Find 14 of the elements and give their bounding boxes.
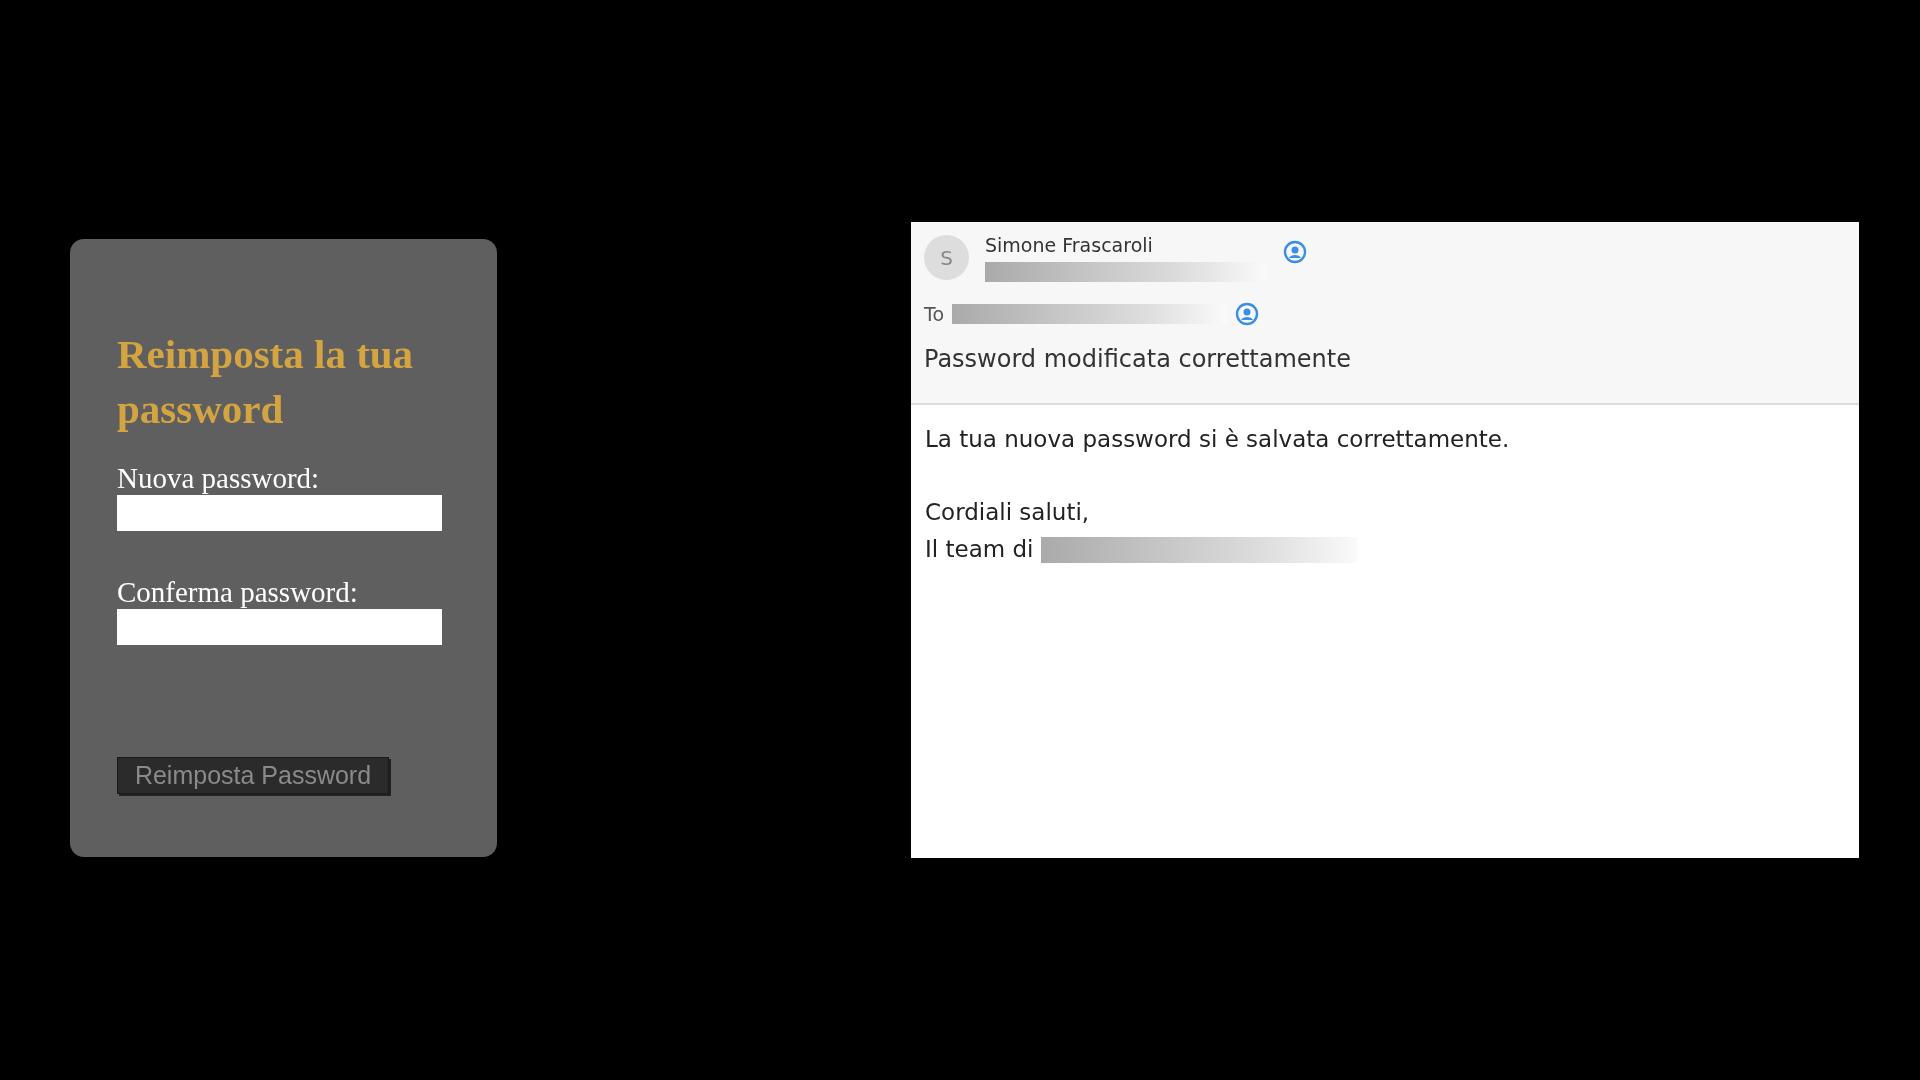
avatar: S [924,235,969,280]
body-text: Il team di [925,535,1034,564]
field-label: Conferma password: [117,575,359,609]
email-subject: Password modificata correttamente [924,343,1352,375]
password-field[interactable] [117,495,442,531]
password-field[interactable] [117,609,442,645]
contact-icon[interactable] [1283,240,1307,264]
sender-name: Simone Frascaroli [985,233,1154,258]
form-title: Reimposta la tua password [117,330,415,434]
contact-icon[interactable] [1235,302,1259,327]
body-text: La tua nuova password si è salvata correttamente. [925,425,1510,454]
to-label: To [924,302,944,327]
field-label: Nuova password: [117,461,321,495]
body-text: Cordiali saluti, [925,498,1090,527]
